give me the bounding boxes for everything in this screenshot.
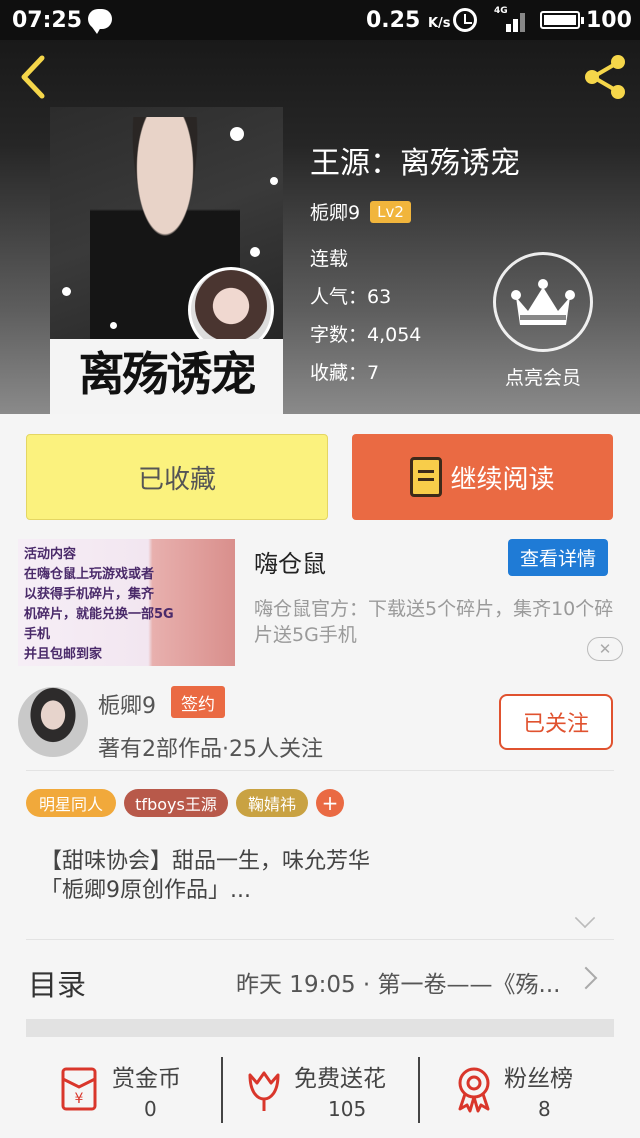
fan-ranking-button[interactable]: 粉丝榜 8 [452, 1055, 612, 1125]
ad-image-text: 活动内容 在嗨仓鼠上玩游戏或者 以获得手机碎片，集齐 机碎片，就能兑换一部5G手… [24, 547, 174, 662]
alarm-icon [453, 8, 477, 32]
ad-description[interactable]: 嗨仓鼠官方：下载送5个碎片，集齐10个碎片送5G手机 [254, 596, 618, 648]
book-description[interactable]: 【甜味协会】甜品一生，味允芳华 「栀卿9原创作品」... [40, 847, 370, 905]
follow-button[interactable]: 已关注 [499, 694, 613, 750]
reward-coins-value: 0 [144, 1097, 157, 1121]
ad-image[interactable]: 活动内容 在嗨仓鼠上玩游戏或者 以获得手机碎片，集齐 机碎片，就能兑换一部5G手… [18, 539, 235, 666]
medal-icon [458, 1067, 490, 1113]
crown-icon [511, 279, 575, 325]
level-badge: Lv2 [370, 200, 411, 223]
network-speed: 0.25 K/s [366, 8, 451, 33]
author-avatar[interactable] [18, 687, 88, 757]
book-favorites: 收藏：7 [310, 362, 380, 384]
toc-label[interactable]: 目录 [28, 962, 86, 1004]
author-stats: 著有2部作品·25人关注 [98, 737, 323, 762]
author-name[interactable]: 栀卿9 [98, 688, 156, 720]
svg-text:¥: ¥ [75, 1091, 84, 1107]
favorited-label: 已收藏 [137, 464, 216, 495]
fan-ranking-value: 8 [538, 1097, 551, 1121]
add-tag-button[interactable]: + [316, 789, 344, 817]
vip-button[interactable] [493, 252, 593, 352]
chevron-down-icon[interactable] [574, 907, 596, 929]
battery-icon [540, 11, 584, 29]
book-header: 07:25 0.25 K/s 4G 100 离殇诱宠 王源：离殇诱宠 栀卿9 L… [0, 0, 640, 414]
tag-item[interactable]: 鞠婧祎 [236, 789, 308, 817]
toc-latest-chapter[interactable]: 昨天 19:05 · 第一卷——《殇... [236, 965, 576, 999]
battery-level: 100 [586, 8, 632, 33]
signal-icon [494, 8, 526, 32]
free-flower-button[interactable]: 免费送花 105 [244, 1055, 414, 1125]
reward-coins-button[interactable]: ¥ 赏金币 0 [55, 1055, 215, 1125]
divider [26, 770, 614, 771]
book-popularity: 人气：63 [310, 286, 392, 308]
share-icon [585, 55, 625, 99]
divider [26, 939, 614, 940]
divider [418, 1057, 420, 1123]
continue-reading-label: 继续阅读 [450, 464, 555, 495]
free-flower-label: 免费送花 [294, 1066, 386, 1092]
signed-badge: 签约 [171, 686, 225, 718]
tag-item[interactable]: 明星同人 [26, 789, 116, 817]
share-button[interactable] [580, 52, 630, 102]
red-envelope-icon: ¥ [61, 1067, 97, 1111]
flower-icon [248, 1071, 280, 1111]
tag-item[interactable]: tfboys王源 [124, 789, 228, 817]
section-separator [26, 1019, 614, 1037]
fan-ranking-label: 粉丝榜 [504, 1066, 573, 1092]
chevron-left-icon [21, 55, 45, 99]
book-word-count: 字数：4,054 [310, 324, 422, 346]
ad-close-button[interactable]: ✕ [587, 637, 623, 661]
ad-title[interactable]: 嗨仓鼠 [254, 544, 326, 579]
status-bar: 07:25 0.25 K/s 4G 100 [0, 0, 640, 40]
ad-details-button[interactable]: 查看详情 [508, 539, 608, 576]
cover-title-art: 离殇诱宠 [50, 339, 283, 414]
chat-notification-icon [88, 9, 112, 34]
favorited-button[interactable]: 已收藏 [26, 434, 328, 520]
book-icon [410, 457, 443, 497]
back-button[interactable] [14, 54, 54, 100]
free-flower-value: 105 [328, 1097, 367, 1121]
book-author[interactable]: 栀卿9 [310, 198, 360, 225]
vip-label[interactable]: 点亮会员 [493, 363, 593, 390]
continue-reading-button[interactable]: 继续阅读 [352, 434, 613, 520]
book-status: 连载 [310, 248, 349, 270]
status-time: 07:25 [12, 8, 83, 33]
book-title: 王源：离殇诱宠 [310, 146, 520, 181]
book-cover[interactable]: 离殇诱宠 [50, 107, 283, 414]
reward-coins-label: 赏金币 [112, 1066, 181, 1092]
book-author-line: 栀卿9 Lv2 [310, 198, 411, 225]
divider [221, 1057, 223, 1123]
chevron-right-icon[interactable] [574, 966, 598, 990]
